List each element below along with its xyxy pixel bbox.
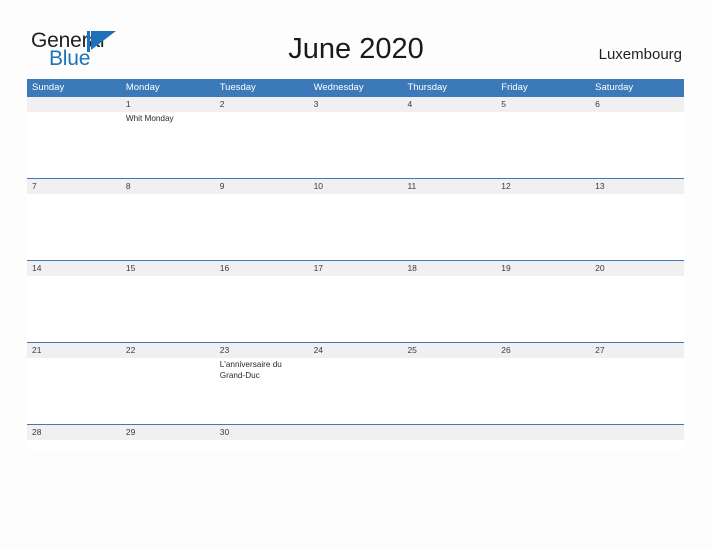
week-date-number-band: 14 15 16 17 18 19 20 xyxy=(27,261,684,276)
day-number-cell[interactable]: 19 xyxy=(496,261,590,276)
day-event-cell[interactable] xyxy=(121,276,215,342)
calendar-week-row: 7 8 9 10 11 12 13 xyxy=(27,178,684,260)
week-event-band xyxy=(27,194,684,260)
day-event-cell[interactable] xyxy=(496,358,590,424)
week-date-number-band: 1 2 3 4 5 6 xyxy=(27,97,684,112)
day-number-cell[interactable]: 11 xyxy=(402,179,496,194)
day-number-cell[interactable]: 1 xyxy=(121,97,215,112)
day-number-cell[interactable]: 22 xyxy=(121,343,215,358)
day-event-cell[interactable] xyxy=(121,358,215,424)
calendar-week-row: 28 29 30 xyxy=(27,424,684,451)
day-number-cell[interactable]: 27 xyxy=(590,343,684,358)
day-number-cell[interactable] xyxy=(27,97,121,112)
day-number-cell[interactable]: 18 xyxy=(402,261,496,276)
day-number-cell[interactable]: 7 xyxy=(27,179,121,194)
weekday-header-tuesday: Tuesday xyxy=(219,82,256,93)
day-event-cell[interactable] xyxy=(496,194,590,260)
week-date-number-band: 28 29 30 xyxy=(27,425,684,440)
day-event-cell[interactable] xyxy=(309,358,403,424)
day-number-cell[interactable]: 24 xyxy=(309,343,403,358)
day-event-cell[interactable] xyxy=(27,112,121,178)
weekday-header-friday: Friday xyxy=(501,82,528,93)
day-event-cell[interactable] xyxy=(121,440,215,451)
calendar-week-row: 1 2 3 4 5 6 Whit Monday xyxy=(27,96,684,178)
weekday-header-monday: Monday xyxy=(125,82,160,93)
day-event-cell[interactable] xyxy=(590,276,684,342)
event-label: Whit Monday xyxy=(125,114,174,123)
day-event-cell[interactable]: L'anniversaire du Grand-Duc xyxy=(215,358,309,424)
week-date-number-band: 21 22 23 24 25 26 27 xyxy=(27,343,684,358)
day-event-cell[interactable] xyxy=(590,440,684,451)
day-event-cell[interactable] xyxy=(402,358,496,424)
day-event-cell[interactable]: Whit Monday xyxy=(121,112,215,178)
day-event-cell[interactable] xyxy=(27,194,121,260)
day-event-cell[interactable] xyxy=(121,194,215,260)
day-event-cell[interactable] xyxy=(27,276,121,342)
day-event-cell[interactable] xyxy=(402,440,496,451)
day-number-cell[interactable]: 2 xyxy=(215,97,309,112)
day-number-cell[interactable]: 5 xyxy=(496,97,590,112)
page-header: General Blue June 2020 Luxembourg xyxy=(0,0,712,76)
day-event-cell[interactable] xyxy=(309,276,403,342)
day-event-cell[interactable] xyxy=(215,440,309,451)
day-number-cell[interactable]: 4 xyxy=(402,97,496,112)
week-event-band xyxy=(27,440,684,451)
day-event-cell[interactable] xyxy=(402,276,496,342)
day-event-cell[interactable] xyxy=(215,194,309,260)
day-number-cell[interactable]: 21 xyxy=(27,343,121,358)
day-event-cell[interactable] xyxy=(402,112,496,178)
day-event-cell[interactable] xyxy=(590,194,684,260)
day-number-cell[interactable]: 29 xyxy=(121,425,215,440)
day-event-cell[interactable] xyxy=(496,440,590,451)
day-number-cell[interactable]: 16 xyxy=(215,261,309,276)
day-number-cell[interactable]: 9 xyxy=(215,179,309,194)
calendar-table: Sunday Monday Tuesday Wednesday Thursday… xyxy=(27,79,684,451)
week-event-band: L'anniversaire du Grand-Duc xyxy=(27,358,684,424)
day-number-cell[interactable]: 8 xyxy=(121,179,215,194)
day-number-cell[interactable]: 3 xyxy=(309,97,403,112)
calendar-week-row: 14 15 16 17 18 19 20 xyxy=(27,260,684,342)
day-number-cell[interactable]: 26 xyxy=(496,343,590,358)
weekday-header-thursday: Thursday xyxy=(407,82,448,93)
day-event-cell[interactable] xyxy=(590,112,684,178)
day-event-cell[interactable] xyxy=(215,112,309,178)
day-event-cell[interactable] xyxy=(215,276,309,342)
day-number-cell[interactable]: 25 xyxy=(402,343,496,358)
weekday-header-saturday: Saturday xyxy=(595,82,634,93)
week-event-band xyxy=(27,276,684,342)
day-event-cell[interactable] xyxy=(309,112,403,178)
weekday-header-row: Sunday Monday Tuesday Wednesday Thursday… xyxy=(27,79,684,96)
day-event-cell[interactable] xyxy=(590,358,684,424)
day-number-cell[interactable]: 12 xyxy=(496,179,590,194)
day-number-cell[interactable]: 14 xyxy=(27,261,121,276)
day-number-cell[interactable] xyxy=(309,425,403,440)
day-number-cell[interactable]: 23 xyxy=(215,343,309,358)
day-event-cell[interactable] xyxy=(402,194,496,260)
event-label: L'anniversaire du Grand-Duc xyxy=(219,360,282,380)
calendar-page: General Blue June 2020 Luxembourg Sunday… xyxy=(0,0,712,550)
day-event-cell[interactable] xyxy=(309,440,403,451)
week-date-number-band: 7 8 9 10 11 12 13 xyxy=(27,179,684,194)
day-number-cell[interactable] xyxy=(496,425,590,440)
day-number-cell[interactable]: 10 xyxy=(309,179,403,194)
day-number-cell[interactable]: 13 xyxy=(590,179,684,194)
day-event-cell[interactable] xyxy=(27,440,121,451)
week-event-band: Whit Monday xyxy=(27,112,684,178)
day-event-cell[interactable] xyxy=(496,276,590,342)
weekday-header-sunday: Sunday xyxy=(32,82,65,93)
day-number-cell[interactable]: 30 xyxy=(215,425,309,440)
weekday-header-wednesday: Wednesday xyxy=(313,82,364,93)
day-event-cell[interactable] xyxy=(309,194,403,260)
day-number-cell[interactable]: 28 xyxy=(27,425,121,440)
day-event-cell[interactable] xyxy=(496,112,590,178)
day-number-cell[interactable]: 20 xyxy=(590,261,684,276)
day-number-cell[interactable] xyxy=(402,425,496,440)
country-label: Luxembourg xyxy=(598,46,682,63)
calendar-week-row: 21 22 23 24 25 26 27 L'anniversaire du G… xyxy=(27,342,684,424)
day-number-cell[interactable]: 15 xyxy=(121,261,215,276)
day-number-cell[interactable]: 17 xyxy=(309,261,403,276)
day-number-cell[interactable] xyxy=(590,425,684,440)
day-event-cell[interactable] xyxy=(27,358,121,424)
day-number-cell[interactable]: 6 xyxy=(590,97,684,112)
